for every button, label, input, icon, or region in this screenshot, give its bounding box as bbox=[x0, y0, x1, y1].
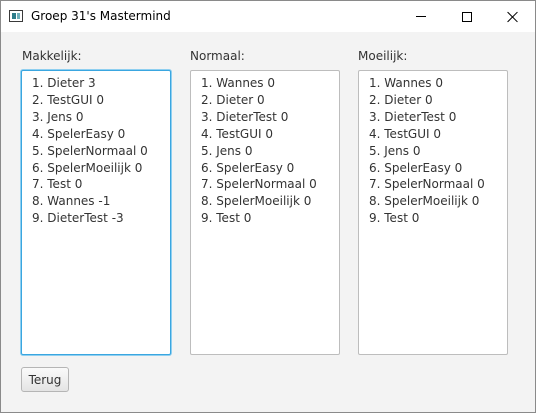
close-icon bbox=[507, 11, 519, 23]
list-item[interactable]: 5. Jens 0 bbox=[369, 143, 507, 160]
list-item[interactable]: 7. SpelerNormaal 0 bbox=[369, 176, 507, 193]
list-item[interactable]: 5. Jens 0 bbox=[201, 143, 339, 160]
list-item[interactable]: 9. Test 0 bbox=[369, 210, 507, 227]
makkelijk-list[interactable]: 1. Dieter 3 2. TestGUI 0 3. Jens 0 4. Sp… bbox=[21, 70, 171, 355]
moeilijk-label: Moeilijk: bbox=[358, 49, 408, 63]
list-item[interactable]: 4. TestGUI 0 bbox=[201, 126, 339, 143]
list-item[interactable]: 7. Test 0 bbox=[32, 176, 170, 193]
list-item[interactable]: 6. SpelerMoeilijk 0 bbox=[32, 160, 170, 177]
app-icon bbox=[9, 10, 23, 22]
maximize-icon bbox=[462, 11, 472, 22]
normaal-list[interactable]: 1. Wannes 0 2. Dieter 0 3. DieterTest 0 … bbox=[190, 70, 340, 355]
back-button[interactable]: Terug bbox=[21, 367, 69, 392]
list-item[interactable]: 8. Wannes -1 bbox=[32, 193, 170, 210]
title-bar[interactable]: Groep 31's Mastermind bbox=[1, 1, 535, 32]
list-item[interactable]: 2. Dieter 0 bbox=[369, 92, 507, 109]
normaal-label: Normaal: bbox=[190, 49, 245, 63]
list-item[interactable]: 9. DieterTest -3 bbox=[32, 210, 170, 227]
list-item[interactable]: 2. Dieter 0 bbox=[201, 92, 339, 109]
app-window: Groep 31's Mastermind Makkelijk: 1. Diet… bbox=[0, 0, 536, 413]
list-item[interactable]: 7. SpelerNormaal 0 bbox=[201, 176, 339, 193]
makkelijk-label: Makkelijk: bbox=[22, 49, 82, 63]
minimize-button[interactable] bbox=[398, 1, 444, 32]
list-item[interactable]: 9. Test 0 bbox=[201, 210, 339, 227]
moeilijk-list[interactable]: 1. Wannes 0 2. Dieter 0 3. DieterTest 0 … bbox=[358, 70, 508, 355]
list-item[interactable]: 8. SpelerMoeilijk 0 bbox=[201, 193, 339, 210]
list-item[interactable]: 1. Wannes 0 bbox=[201, 75, 339, 92]
minimize-icon bbox=[416, 16, 426, 17]
list-item[interactable]: 5. SpelerNormaal 0 bbox=[32, 143, 170, 160]
list-item[interactable]: 3. DieterTest 0 bbox=[369, 109, 507, 126]
maximize-button[interactable] bbox=[444, 1, 490, 32]
list-item[interactable]: 4. TestGUI 0 bbox=[369, 126, 507, 143]
list-item[interactable]: 1. Dieter 3 bbox=[32, 75, 170, 92]
close-button[interactable] bbox=[490, 1, 536, 32]
window-title: Groep 31's Mastermind bbox=[31, 9, 171, 23]
list-item[interactable]: 3. DieterTest 0 bbox=[201, 109, 339, 126]
list-item[interactable]: 1. Wannes 0 bbox=[369, 75, 507, 92]
list-item[interactable]: 2. TestGUI 0 bbox=[32, 92, 170, 109]
list-item[interactable]: 8. SpelerMoeilijk 0 bbox=[369, 193, 507, 210]
list-item[interactable]: 3. Jens 0 bbox=[32, 109, 170, 126]
list-item[interactable]: 6. SpelerEasy 0 bbox=[369, 160, 507, 177]
list-item[interactable]: 6. SpelerEasy 0 bbox=[201, 160, 339, 177]
list-item[interactable]: 4. SpelerEasy 0 bbox=[32, 126, 170, 143]
